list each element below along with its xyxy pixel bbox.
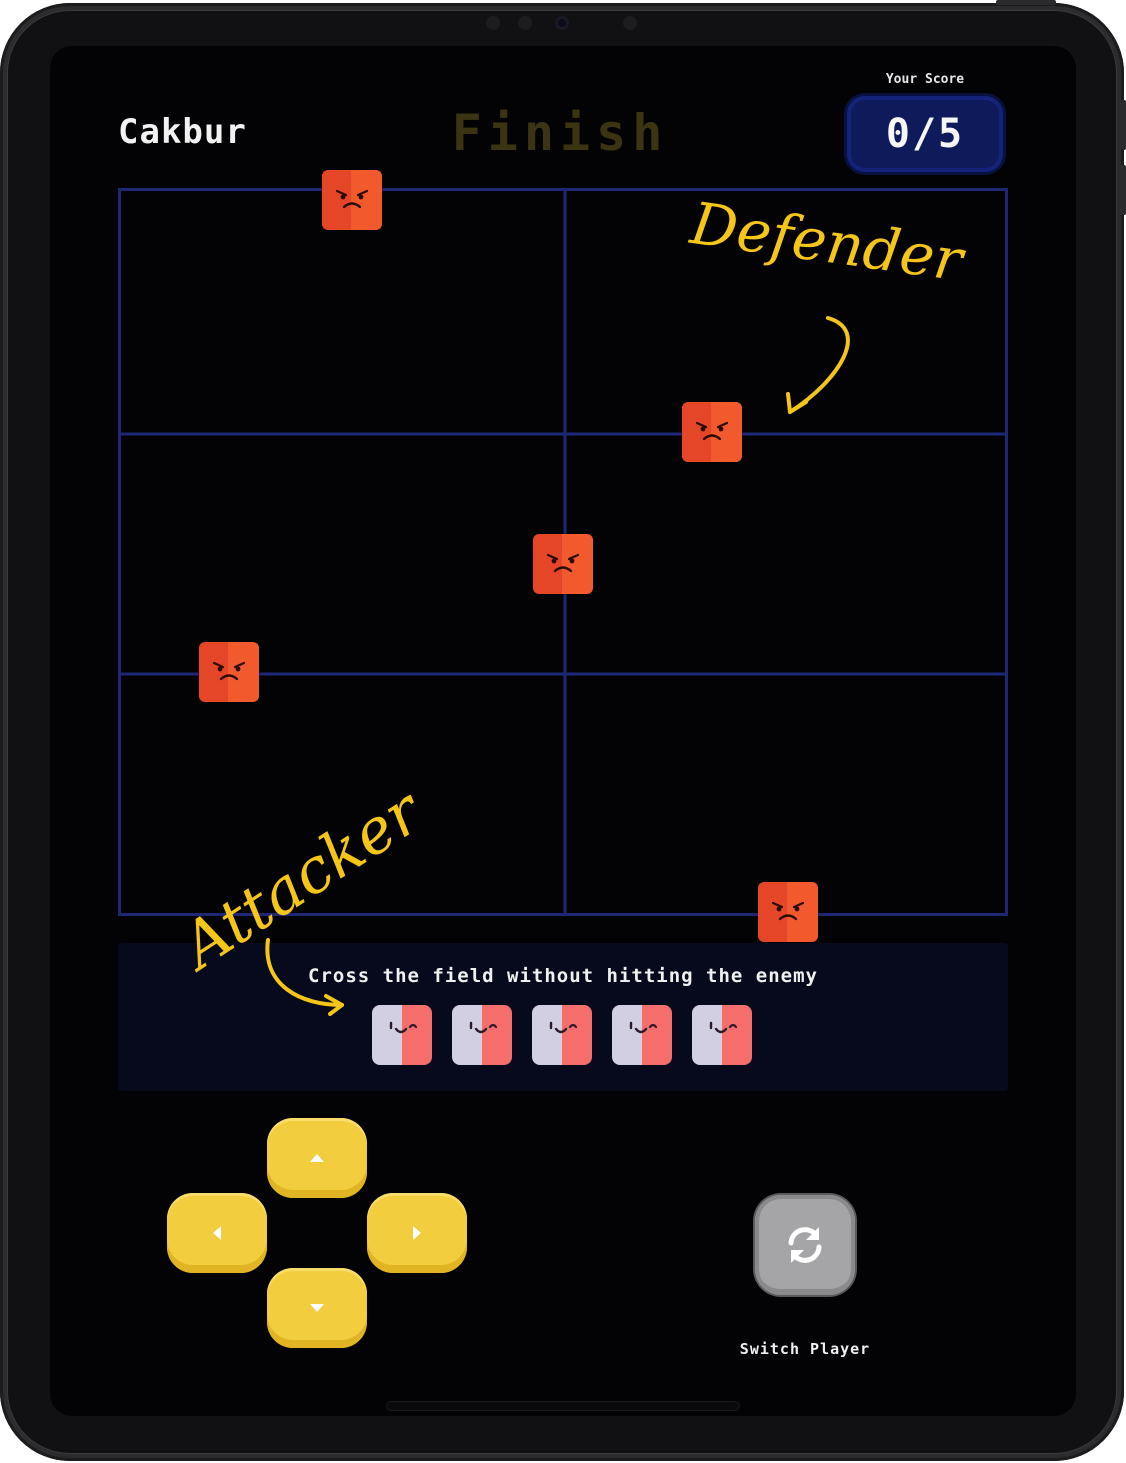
smiling-face-icon xyxy=(709,1021,738,1034)
sensor-dot xyxy=(623,16,637,30)
angry-face-icon xyxy=(335,189,369,209)
angry-face-icon xyxy=(771,901,805,921)
power-button xyxy=(996,0,1056,5)
score-box: 0/5 xyxy=(847,96,1003,172)
switch-player-button[interactable] xyxy=(755,1195,855,1295)
refresh-icon xyxy=(788,1227,822,1263)
arrow-down-icon xyxy=(310,1304,324,1312)
smiling-face-icon xyxy=(469,1021,498,1034)
enemy-1 xyxy=(322,170,382,230)
sensor-dot xyxy=(518,16,532,30)
up-button[interactable] xyxy=(267,1118,367,1198)
life-token xyxy=(372,1005,432,1065)
smiling-face-icon xyxy=(389,1021,418,1034)
switch-player-label: Switch Player xyxy=(739,1340,871,1358)
enemy-5 xyxy=(758,882,818,942)
smiling-face-icon xyxy=(549,1021,578,1034)
game-screen: Cakbur Finish Your Score 0/5 Cross the f… xyxy=(50,46,1076,1416)
smiling-face-icon xyxy=(629,1021,658,1034)
instruction-text: Cross the field without hitting the enem… xyxy=(308,965,818,987)
life-token xyxy=(532,1005,592,1065)
enemy-3 xyxy=(533,534,593,594)
score-value: 0/5 xyxy=(885,111,965,157)
sensor-dot xyxy=(486,16,500,30)
player-name: Cakbur xyxy=(118,112,247,152)
angry-face-icon xyxy=(212,661,246,681)
enemy-2 xyxy=(682,402,742,462)
volume-up-button xyxy=(1121,100,1126,150)
enemy-4 xyxy=(199,642,259,702)
volume-down-button xyxy=(1121,165,1126,215)
life-token xyxy=(692,1005,752,1065)
home-indicator xyxy=(387,1402,739,1410)
left-button[interactable] xyxy=(167,1193,267,1273)
lives-row xyxy=(372,1005,752,1065)
life-token xyxy=(452,1005,512,1065)
angry-face-icon xyxy=(546,553,580,573)
life-token xyxy=(612,1005,672,1065)
arrow-right-icon xyxy=(413,1226,421,1240)
front-camera xyxy=(555,16,569,30)
angry-face-icon xyxy=(695,421,729,441)
down-button[interactable] xyxy=(267,1268,367,1348)
arrow-left-icon xyxy=(213,1226,221,1240)
info-panel: Cross the field without hitting the enem… xyxy=(118,943,1008,1091)
finish-label: Finish xyxy=(451,104,669,162)
score-label: Your Score xyxy=(885,72,965,87)
arrow-up-icon xyxy=(310,1154,324,1162)
right-button[interactable] xyxy=(367,1193,467,1273)
